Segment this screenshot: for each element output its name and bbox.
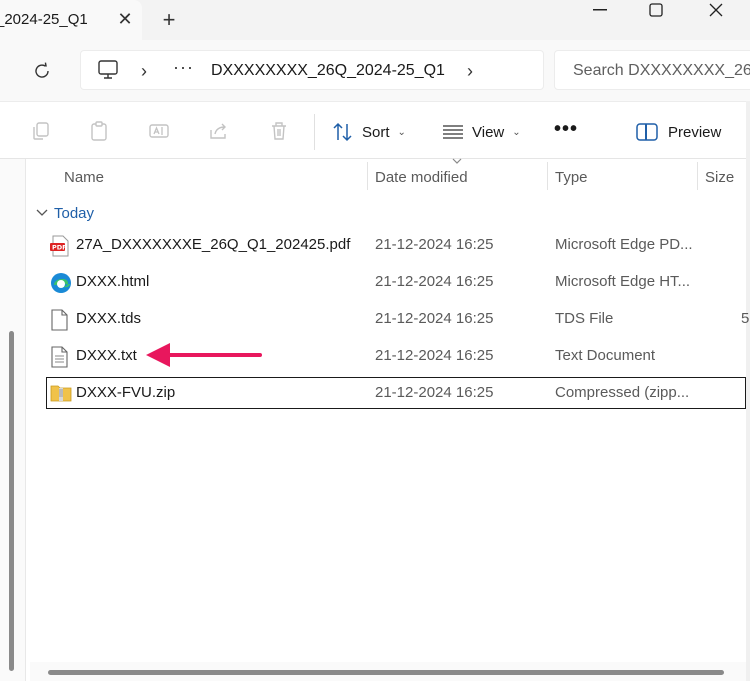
file-date: 21-12-2024 16:25: [375, 273, 494, 290]
monitor-icon: [98, 60, 118, 79]
column-header-date-modified[interactable]: Date modified: [375, 159, 545, 195]
chevron-down-icon: [36, 209, 48, 216]
refresh-icon: [35, 62, 49, 78]
new-tab-button[interactable]: +: [156, 6, 182, 34]
search-box[interactable]: Search DXXXXXXXX_26Q_2024-25_Q1: [554, 50, 750, 90]
breadcrumb-chevron-icon[interactable]: ›: [467, 61, 473, 82]
preview-pane-icon: [636, 123, 658, 141]
close-window-button[interactable]: [696, 0, 736, 20]
blank-file-icon: [50, 309, 70, 331]
minimize-button[interactable]: [580, 0, 620, 20]
column-divider[interactable]: [547, 162, 548, 190]
file-date: 21-12-2024 16:25: [375, 310, 494, 327]
file-name: DXXX.txt: [76, 347, 137, 364]
tab-close-icon[interactable]: ✕: [112, 6, 138, 32]
sort-label: Sort: [362, 123, 390, 141]
file-name: DXXX-FVU.zip: [76, 384, 176, 401]
breadcrumb-more-button[interactable]: ···: [173, 57, 194, 78]
search-input[interactable]: Search DXXXXXXXX_26Q_2024-25_Q1: [573, 62, 750, 80]
chevron-down-icon: ⌄: [512, 126, 521, 138]
tab-title: _2024-25_Q1: [0, 11, 88, 28]
file-row[interactable]: DXXX.tds 21-12-2024 16:25 TDS File 5: [46, 303, 750, 335]
breadcrumb-folder[interactable]: DXXXXXXXX_26Q_2024-25_Q1: [211, 62, 445, 80]
address-bar[interactable]: › ··· DXXXXXXXX_26Q_2024-25_Q1 ›: [80, 50, 544, 90]
preview-label: Preview: [668, 123, 722, 141]
breadcrumb-chevron-icon[interactable]: ›: [141, 61, 147, 82]
chevron-down-icon: ⌄: [397, 126, 406, 138]
file-type: TDS File: [555, 310, 614, 327]
file-row[interactable]: PDF 27A_DXXXXXXXE_26Q_Q1_202425.pdf 21-1…: [46, 229, 746, 261]
rename-icon[interactable]: [148, 120, 170, 142]
view-button[interactable]: View ⌄: [442, 120, 521, 144]
group-label: Today: [54, 204, 95, 222]
text-file-icon: [50, 346, 70, 368]
share-icon[interactable]: [208, 120, 230, 142]
refresh-button[interactable]: [28, 57, 56, 85]
svg-text:PDF: PDF: [52, 244, 67, 252]
annotation-arrow-icon: [146, 343, 262, 367]
view-label: View: [472, 123, 505, 141]
file-name: DXXX.html: [76, 273, 150, 290]
copy-icon[interactable]: [30, 120, 52, 142]
file-row[interactable]: DXXX.html 21-12-2024 16:25 Microsoft Edg…: [46, 266, 746, 298]
edge-icon: [50, 272, 71, 293]
delete-icon[interactable]: [268, 120, 290, 142]
file-date: 21-12-2024 16:25: [375, 347, 494, 364]
tab-active[interactable]: _2024-25_Q1 ✕: [0, 0, 142, 40]
file-size: 5: [741, 310, 750, 327]
view-list-icon: [443, 125, 463, 139]
maximize-button[interactable]: [636, 0, 676, 20]
sort-icon: [333, 122, 352, 142]
horizontal-scrollbar[interactable]: [48, 670, 724, 675]
address-row: › ··· DXXXXXXXX_26Q_2024-25_Q1 › Search …: [0, 40, 750, 101]
column-divider[interactable]: [367, 162, 368, 190]
zip-folder-icon: [50, 383, 72, 403]
maximize-icon: [649, 3, 663, 17]
group-header-today[interactable]: Today: [36, 203, 94, 223]
preview-button[interactable]: Preview: [636, 120, 721, 144]
toolbar-divider: [314, 114, 315, 150]
file-type: Text Document: [555, 347, 656, 364]
pdf-icon: PDF: [50, 235, 70, 257]
close-icon: [709, 3, 723, 17]
paste-icon[interactable]: [88, 120, 110, 142]
command-bar: Sort ⌄ View ⌄ ••• Preview: [0, 101, 746, 159]
column-header-type[interactable]: Type: [555, 159, 695, 195]
this-pc-icon[interactable]: [97, 60, 119, 85]
column-divider[interactable]: [697, 162, 698, 190]
file-type: Compressed (zipp...: [555, 384, 690, 401]
title-bar: _2024-25_Q1 ✕ +: [0, 0, 750, 40]
column-header-name[interactable]: Name: [64, 159, 364, 195]
navigation-pane: [0, 159, 26, 681]
file-type: Microsoft Edge PD...: [555, 236, 693, 253]
minimize-icon: [593, 9, 607, 11]
column-header-size[interactable]: Size: [705, 159, 750, 195]
nav-scrollbar[interactable]: [9, 331, 14, 671]
file-row-selected[interactable]: DXXX-FVU.zip 21-12-2024 16:25 Compressed…: [46, 377, 746, 409]
file-date: 21-12-2024 16:25: [375, 384, 494, 401]
file-name: DXXX.tds: [76, 310, 142, 327]
file-date: 21-12-2024 16:25: [375, 236, 494, 253]
more-options-button[interactable]: •••: [554, 118, 578, 141]
file-type: Microsoft Edge HT...: [555, 273, 691, 290]
sort-button[interactable]: Sort ⌄: [332, 120, 406, 144]
file-name: 27A_DXXXXXXXE_26Q_Q1_202425.pdf: [76, 236, 351, 253]
